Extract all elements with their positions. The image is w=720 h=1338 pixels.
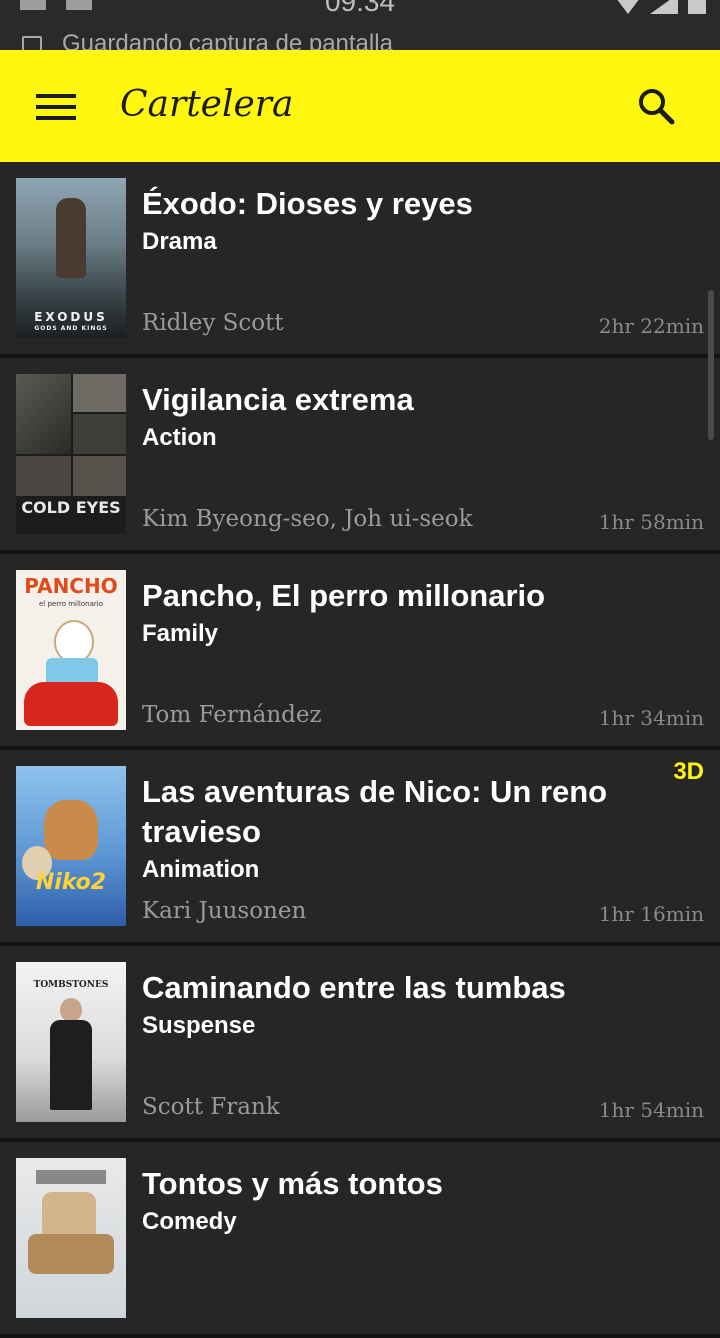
movie-genre: Action [142,424,217,451]
movie-title: Las aventuras de Nico: Un reno travieso [142,774,608,849]
movie-duration: 1hr 54min [598,1098,704,1122]
movie-director: Kari Juusonen [142,898,307,924]
movie-director: Kim Byeong-seo, Joh ui-seok [142,506,473,532]
status-icons-right [606,0,706,19]
poster-subtitle-text: el perro millonario [39,600,103,608]
movie-poster: COLD EYES [16,374,126,534]
movie-title: Caminando entre las tumbas [142,970,566,1005]
movie-director: Tom Fernández [142,702,322,728]
movie-title: Pancho, El perro millonario [142,578,546,613]
movie-row[interactable]: Niko2 Las aventuras de Nico: Un reno tra… [0,750,720,946]
movie-row[interactable]: EXODUS GODS AND KINGS Éxodo: Dioses y re… [0,162,720,358]
poster-title-text: TOMBSTONES [33,980,109,990]
menu-icon[interactable] [36,94,76,120]
movie-duration: 1hr 34min [598,706,704,730]
movie-poster: EXODUS GODS AND KINGS [16,178,126,338]
poster-title-text: PANCHO [24,574,118,598]
poster-subtitle-text: GODS AND KINGS [34,325,108,332]
movie-director: Ridley Scott [142,310,284,336]
movie-poster [16,1158,126,1318]
movie-list: EXODUS GODS AND KINGS Éxodo: Dioses y re… [0,162,720,1338]
battery-icon [688,0,706,14]
movie-genre: Drama [142,228,217,255]
movie-genre: Suspense [142,1012,256,1039]
movie-duration: 2hr 22min [598,314,704,338]
movie-title: Tontos y más tontos [142,1166,443,1201]
search-icon[interactable] [636,86,676,126]
movie-genre: Comedy [142,1208,237,1235]
status-bar: 09:34 Guardando captura de pantalla [0,0,720,57]
poster-title-text: EXODUS [34,310,108,324]
movie-row[interactable]: COLD EYES Vigilancia extrema Action Kim … [0,358,720,554]
movie-row[interactable]: PANCHO el perro millonario Pancho, El pe… [0,554,720,750]
movie-duration: 1hr 16min [598,902,704,926]
app-toolbar: Cartelera [0,50,720,162]
movie-title: Vigilancia extrema [142,382,414,417]
page-title: Cartelera [120,84,294,125]
poster-title-text: COLD EYES [21,498,121,517]
movie-duration: 1hr 58min [598,510,704,534]
movie-poster: Niko2 [16,766,126,926]
movie-poster: PANCHO el perro millonario [16,570,126,730]
movie-row[interactable]: Tontos y más tontos Comedy [0,1142,720,1338]
movie-title: Éxodo: Dioses y reyes [142,186,473,221]
poster-title-text: Niko2 [35,870,107,895]
movie-genre: Animation [142,856,260,883]
signal-icon [650,0,678,14]
movie-poster: TOMBSTONES [16,962,126,1122]
scrollbar[interactable] [708,290,714,440]
wifi-icon [616,0,640,14]
movie-director: Scott Frank [142,1094,280,1120]
3d-badge: 3D [673,758,704,785]
movie-row[interactable]: TOMBSTONES Caminando entre las tumbas Su… [0,946,720,1142]
movie-genre: Family [142,620,219,647]
